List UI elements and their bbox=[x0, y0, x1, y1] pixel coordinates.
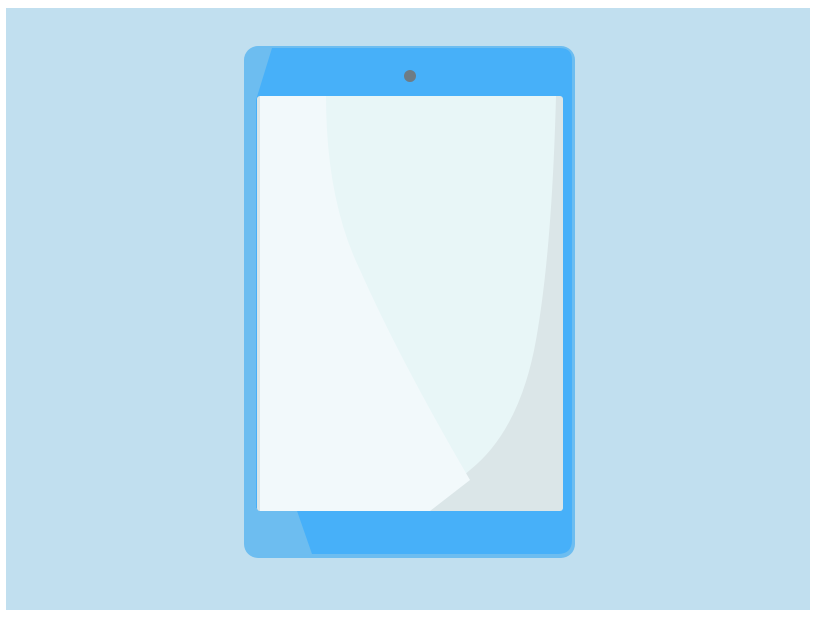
tablet-illustration bbox=[6, 8, 810, 610]
tablet-icon bbox=[244, 46, 575, 558]
front-camera-icon bbox=[404, 70, 416, 82]
illustration-canvas bbox=[0, 0, 816, 618]
tablet-screen bbox=[257, 96, 563, 511]
